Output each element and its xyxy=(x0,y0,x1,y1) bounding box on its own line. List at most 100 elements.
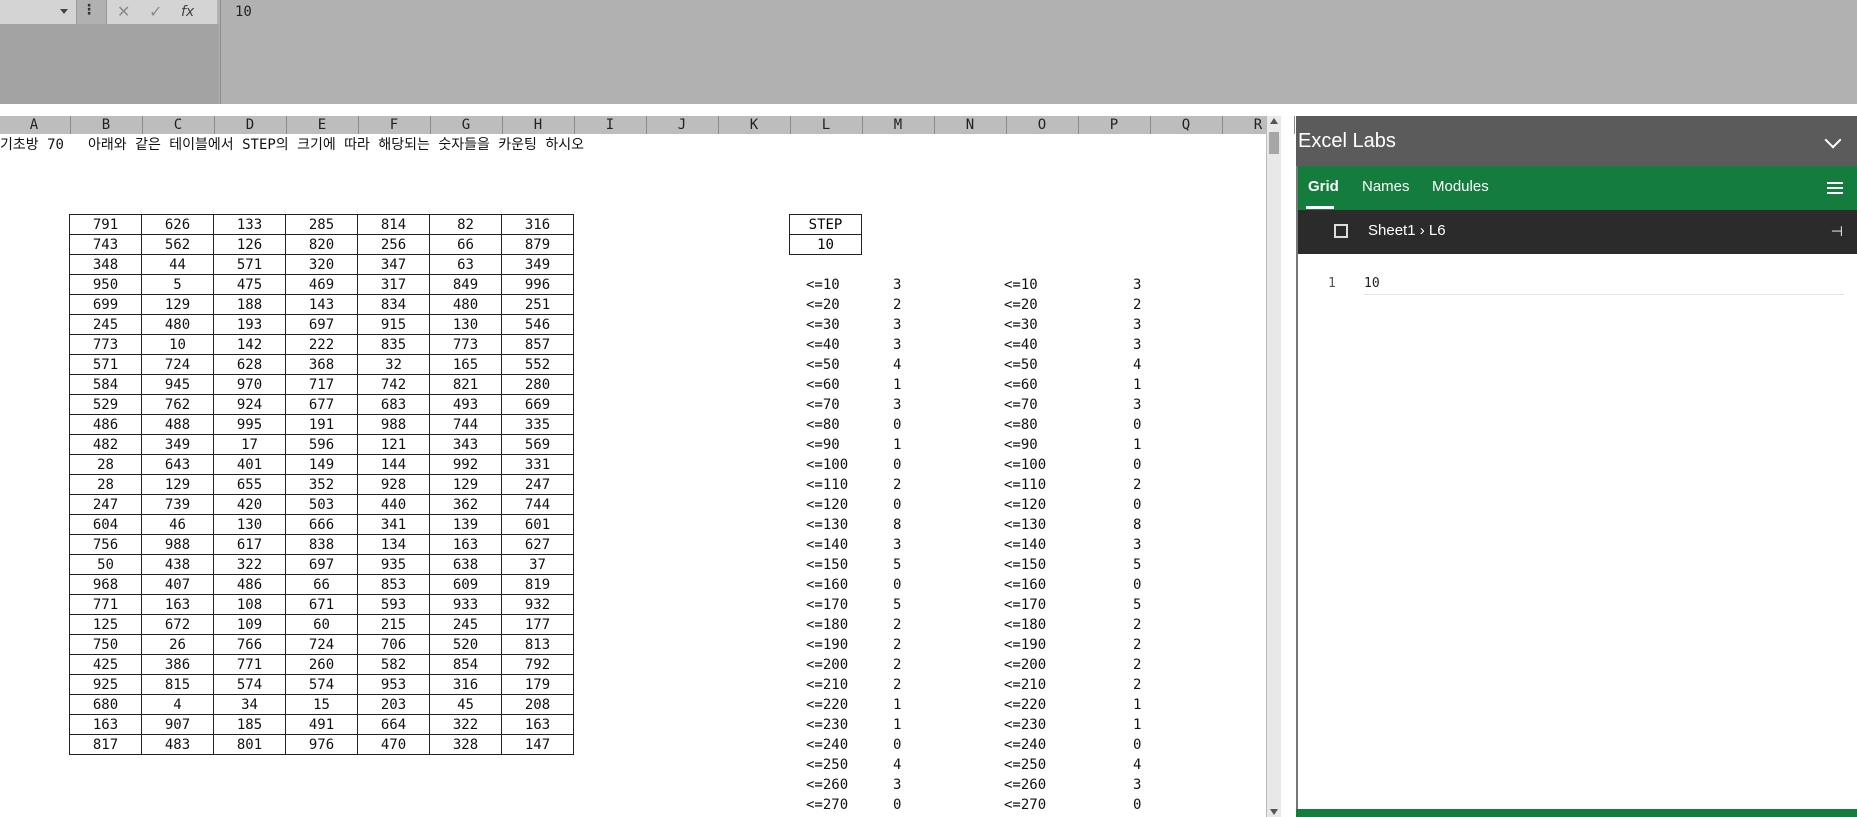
range-count[interactable]: 0 xyxy=(893,497,901,513)
table-cell[interactable]: 486 xyxy=(69,414,142,435)
column-header-h[interactable]: H xyxy=(502,116,575,134)
table-cell[interactable]: 664 xyxy=(357,714,430,735)
table-cell[interactable]: 130 xyxy=(213,514,286,535)
table-cell[interactable]: 317 xyxy=(357,274,430,295)
range-label[interactable]: <=100 xyxy=(806,457,848,473)
table-cell[interactable]: 341 xyxy=(357,514,430,535)
step-value[interactable]: 10 xyxy=(789,234,862,255)
check-range-label[interactable]: <=210 xyxy=(1004,677,1046,693)
range-count[interactable]: 1 xyxy=(893,697,901,713)
table-cell[interactable]: 928 xyxy=(357,474,430,495)
table-cell[interactable]: 853 xyxy=(357,574,430,595)
table-cell[interactable]: 626 xyxy=(141,214,214,235)
table-cell[interactable]: 129 xyxy=(141,474,214,495)
table-cell[interactable]: 756 xyxy=(69,534,142,555)
table-cell[interactable]: 5 xyxy=(141,274,214,295)
table-cell[interactable]: 925 xyxy=(69,674,142,695)
table-cell[interactable]: 655 xyxy=(213,474,286,495)
check-range-count[interactable]: 3 xyxy=(1133,777,1141,793)
table-cell[interactable]: 627 xyxy=(501,534,574,555)
table-cell[interactable]: 352 xyxy=(285,474,358,495)
table-cell[interactable]: 222 xyxy=(285,334,358,355)
range-label[interactable]: <=70 xyxy=(806,397,840,413)
table-cell[interactable]: 245 xyxy=(429,614,502,635)
column-header-i[interactable]: I xyxy=(574,116,647,134)
table-cell[interactable]: 188 xyxy=(213,294,286,315)
check-range-count[interactable]: 1 xyxy=(1133,377,1141,393)
pin-icon[interactable]: ⊣ xyxy=(1831,224,1843,240)
table-cell[interactable]: 569 xyxy=(501,434,574,455)
table-cell[interactable]: 420 xyxy=(213,494,286,515)
range-label[interactable]: <=90 xyxy=(806,437,840,453)
table-cell[interactable]: 126 xyxy=(213,234,286,255)
range-count[interactable]: 2 xyxy=(893,637,901,653)
table-cell[interactable]: 483 xyxy=(141,734,214,755)
table-cell[interactable]: 66 xyxy=(285,574,358,595)
check-range-label[interactable]: <=160 xyxy=(1004,577,1046,593)
code-editor[interactable]: 1 10 xyxy=(1298,254,1857,800)
range-label[interactable]: <=80 xyxy=(806,417,840,433)
range-label[interactable]: <=50 xyxy=(806,357,840,373)
range-count[interactable]: 2 xyxy=(893,297,901,313)
code-line[interactable]: 10 xyxy=(1364,276,1380,291)
range-count[interactable]: 3 xyxy=(893,537,901,553)
table-cell[interactable]: 638 xyxy=(429,554,502,575)
table-cell[interactable]: 953 xyxy=(357,674,430,695)
table-cell[interactable]: 328 xyxy=(429,734,502,755)
column-header-l[interactable]: L xyxy=(790,116,863,134)
check-range-count[interactable]: 0 xyxy=(1133,417,1141,433)
check-range-count[interactable]: 3 xyxy=(1133,537,1141,553)
check-range-count[interactable]: 0 xyxy=(1133,797,1141,813)
table-cell[interactable]: 177 xyxy=(501,614,574,635)
table-cell[interactable]: 440 xyxy=(357,494,430,515)
range-label[interactable]: <=10 xyxy=(806,277,840,293)
table-cell[interactable]: 347 xyxy=(357,254,430,275)
table-cell[interactable]: 791 xyxy=(69,214,142,235)
table-cell[interactable]: 163 xyxy=(69,714,142,735)
table-cell[interactable]: 792 xyxy=(501,654,574,675)
table-cell[interactable]: 932 xyxy=(501,594,574,615)
table-cell[interactable]: 593 xyxy=(357,594,430,615)
table-cell[interactable]: 475 xyxy=(213,274,286,295)
table-cell[interactable]: 584 xyxy=(69,374,142,395)
table-cell[interactable]: 480 xyxy=(141,314,214,335)
table-cell[interactable]: 407 xyxy=(141,574,214,595)
table-cell[interactable]: 368 xyxy=(285,354,358,375)
table-cell[interactable]: 320 xyxy=(285,254,358,275)
range-count[interactable]: 2 xyxy=(893,677,901,693)
table-cell[interactable]: 163 xyxy=(501,714,574,735)
table-cell[interactable]: 185 xyxy=(213,714,286,735)
table-cell[interactable]: 493 xyxy=(429,394,502,415)
check-range-count[interactable]: 1 xyxy=(1133,697,1141,713)
table-cell[interactable]: 744 xyxy=(501,494,574,515)
table-cell[interactable]: 562 xyxy=(141,234,214,255)
table-cell[interactable]: 817 xyxy=(69,734,142,755)
save-icon[interactable] xyxy=(1334,224,1348,238)
hamburger-menu-icon[interactable] xyxy=(1827,182,1843,194)
table-cell[interactable]: 247 xyxy=(69,494,142,515)
check-range-count[interactable]: 8 xyxy=(1133,517,1141,533)
table-cell[interactable]: 28 xyxy=(69,474,142,495)
table-cell[interactable]: 163 xyxy=(141,594,214,615)
range-count[interactable]: 3 xyxy=(893,277,901,293)
more-options-icon[interactable]: ⋮ xyxy=(80,2,98,24)
table-cell[interactable]: 247 xyxy=(501,474,574,495)
table-cell[interactable]: 821 xyxy=(429,374,502,395)
table-cell[interactable]: 574 xyxy=(213,674,286,695)
tab-names[interactable]: Names xyxy=(1362,178,1410,195)
check-range-label[interactable]: <=130 xyxy=(1004,517,1046,533)
check-range-count[interactable]: 2 xyxy=(1133,617,1141,633)
check-range-count[interactable]: 0 xyxy=(1133,497,1141,513)
check-range-label[interactable]: <=80 xyxy=(1004,417,1038,433)
range-label[interactable]: <=110 xyxy=(806,477,848,493)
table-cell[interactable]: 37 xyxy=(501,554,574,575)
range-label[interactable]: <=220 xyxy=(806,697,848,713)
range-count[interactable]: 3 xyxy=(893,777,901,793)
column-header-g[interactable]: G xyxy=(430,116,503,134)
table-cell[interactable]: 256 xyxy=(357,234,430,255)
table-cell[interactable]: 717 xyxy=(285,374,358,395)
table-cell[interactable]: 179 xyxy=(501,674,574,695)
insert-function-icon[interactable]: fx xyxy=(181,4,194,20)
table-cell[interactable]: 401 xyxy=(213,454,286,475)
vertical-scrollbar[interactable] xyxy=(1266,116,1281,817)
